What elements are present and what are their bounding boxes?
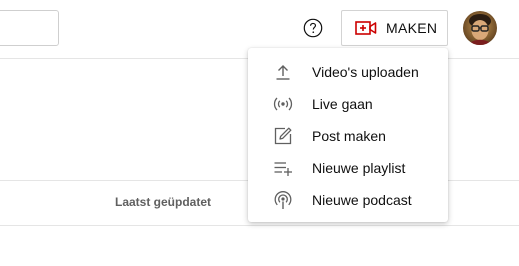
live-broadcast-icon <box>272 93 294 115</box>
menu-item-label: Nieuwe playlist <box>312 160 406 176</box>
create-button-label: MAKEN <box>386 20 438 36</box>
menu-item-upload-videos[interactable]: Video's uploaden <box>248 56 448 88</box>
create-button[interactable]: MAKEN <box>341 10 448 46</box>
avatar[interactable] <box>463 11 497 45</box>
menu-item-go-live[interactable]: Live gaan <box>248 88 448 120</box>
menu-item-label: Live gaan <box>312 96 373 112</box>
menu-item-label: Video's uploaden <box>312 64 419 80</box>
menu-item-create-post[interactable]: Post maken <box>248 120 448 152</box>
podcast-icon <box>272 189 294 211</box>
menu-item-new-podcast[interactable]: Nieuwe podcast <box>248 184 448 216</box>
table-header-bottom-divider <box>0 225 519 226</box>
column-header-last-updated[interactable]: Laatst geüpdatet <box>115 195 211 209</box>
create-menu: Video's uploaden Live gaan Post maken Ni… <box>248 48 448 222</box>
playlist-add-icon <box>272 157 294 179</box>
search-input[interactable] <box>0 10 59 46</box>
help-circle-icon <box>303 18 323 38</box>
menu-item-label: Nieuwe podcast <box>312 192 412 208</box>
edit-post-icon <box>272 125 294 147</box>
upload-icon <box>272 61 294 83</box>
help-button[interactable] <box>301 16 325 40</box>
menu-item-label: Post maken <box>312 128 386 144</box>
video-plus-icon <box>355 20 377 36</box>
menu-item-new-playlist[interactable]: Nieuwe playlist <box>248 152 448 184</box>
